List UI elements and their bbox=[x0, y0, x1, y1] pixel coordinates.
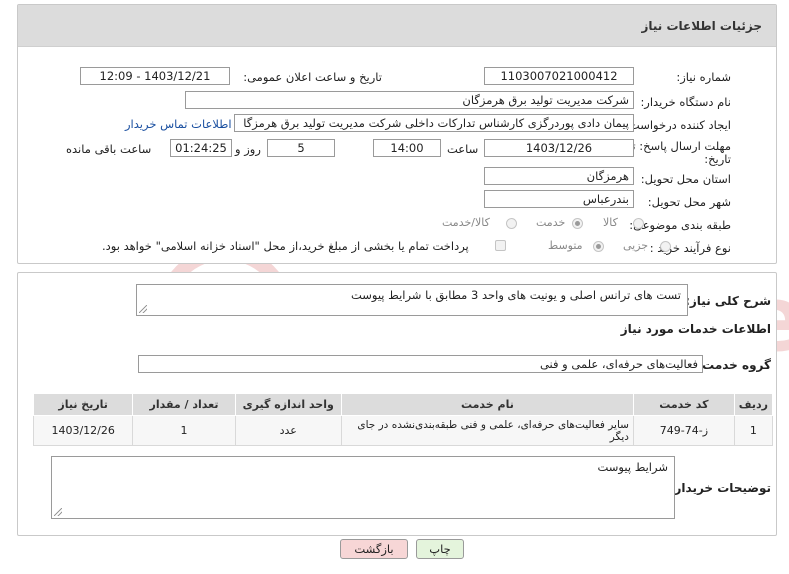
creator-label: ایجاد کننده درخواست: bbox=[625, 118, 731, 132]
category-radio-goods[interactable] bbox=[633, 218, 644, 229]
deadline-time-field: 14:00 bbox=[373, 139, 441, 157]
panel-title: جزئیات اطلاعات نیاز bbox=[641, 18, 762, 33]
need-number-field: 1103007021000412 bbox=[484, 67, 634, 85]
buyer-org-field: شرکت مدیریت تولید برق هرمزگان bbox=[185, 91, 634, 109]
category-radio-service[interactable] bbox=[572, 218, 583, 229]
resize-handle-icon[interactable] bbox=[54, 508, 62, 516]
panel-header: جزئیات اطلاعات نیاز bbox=[18, 5, 776, 47]
category-label: طبقه بندی موضوعی: bbox=[629, 218, 731, 232]
category-option-goods: کالا bbox=[603, 216, 618, 229]
category-radio-goods-service[interactable] bbox=[506, 218, 517, 229]
buyer-notes-textarea[interactable]: شرایط پیوست bbox=[51, 456, 675, 519]
summary-textarea[interactable]: تست های ترانس اصلی و یونیت های واحد 3 مط… bbox=[136, 284, 688, 316]
remaining-time-field: 01:24:25 bbox=[170, 139, 232, 157]
row-unit: عدد bbox=[234, 415, 342, 446]
announce-label: تاریخ و ساعت اعلان عمومی: bbox=[243, 70, 382, 84]
need-number-label: شماره نیاز: bbox=[676, 70, 731, 84]
process-radio-minor[interactable] bbox=[660, 241, 671, 252]
announce-field: 1403/12/21 - 12:09 bbox=[80, 67, 230, 85]
province-field: هرمزگان bbox=[484, 167, 634, 185]
col-unit: واحد اندازه گیری bbox=[234, 393, 342, 416]
days-field: 5 bbox=[267, 139, 335, 157]
col-date: تاریخ نیاز bbox=[32, 393, 134, 416]
row-code: ز-74-749 bbox=[632, 415, 735, 446]
col-code: کد خدمت bbox=[632, 393, 735, 416]
days-label: روز و bbox=[235, 142, 261, 156]
province-label: استان محل تحویل: bbox=[640, 172, 731, 186]
print-button[interactable]: چاپ bbox=[416, 539, 464, 559]
deadline-label-date: تاریخ: bbox=[704, 152, 731, 166]
buyer-notes-text: شرایط پیوست bbox=[597, 460, 669, 474]
buyer-contact-link[interactable]: اطلاعات تماس خریدار bbox=[125, 117, 232, 131]
resize-handle-icon[interactable] bbox=[139, 305, 147, 313]
deadline-time-label: ساعت bbox=[447, 142, 479, 156]
creator-field: پیمان دادی پوردرگزی کارشناس تدارکات داخل… bbox=[234, 114, 634, 132]
buyer-notes-label: توضیحات خریدار: bbox=[669, 481, 771, 495]
category-option-goods-service: کالا/خدمت bbox=[442, 216, 490, 229]
buyer-org-label: نام دستگاه خریدار: bbox=[640, 95, 731, 109]
back-button[interactable]: بازگشت bbox=[340, 539, 408, 559]
treasury-checkbox[interactable] bbox=[495, 240, 506, 251]
col-name: نام خدمت bbox=[340, 393, 634, 416]
summary-label: شرح کلی نیاز: bbox=[685, 294, 771, 308]
services-section-title: اطلاعات خدمات مورد نیاز bbox=[620, 322, 771, 336]
row-index: 1 bbox=[733, 415, 774, 446]
col-qty: تعداد / مقدار bbox=[132, 393, 236, 416]
remaining-label: ساعت باقی مانده bbox=[66, 142, 152, 156]
process-radio-medium[interactable] bbox=[593, 241, 604, 252]
process-option-medium: متوسط bbox=[548, 239, 583, 252]
row-qty: 1 bbox=[132, 415, 236, 446]
category-option-service: خدمت bbox=[536, 216, 566, 229]
deadline-label: مهلت ارسال پاسخ: تا bbox=[628, 139, 731, 153]
service-group-field: فعالیت‌های حرفه‌ای، علمی و فنی bbox=[138, 355, 703, 373]
process-option-minor: جزیی bbox=[623, 239, 649, 252]
services-table: ردیف کد خدمت نام خدمت واحد اندازه گیری ت… bbox=[32, 393, 774, 446]
service-group-label: گروه خدمت: bbox=[697, 358, 771, 372]
col-index: ردیف bbox=[733, 393, 774, 416]
deadline-date-field: 1403/12/26 bbox=[484, 139, 634, 157]
summary-text: تست های ترانس اصلی و یونیت های واحد 3 مط… bbox=[350, 288, 681, 302]
row-name: سایر فعالیت‌های حرفه‌ای، علمی و فنی طبقه… bbox=[340, 415, 634, 446]
city-field: بندرعباس bbox=[484, 190, 634, 208]
table-header-row: ردیف کد خدمت نام خدمت واحد اندازه گیری ت… bbox=[32, 393, 774, 416]
payment-note: پرداخت تمام یا بخشی از مبلغ خرید،از محل … bbox=[102, 239, 469, 253]
table-row: 1 ز-74-749 سایر فعالیت‌های حرفه‌ای، علمی… bbox=[32, 415, 774, 446]
row-date: 1403/12/26 bbox=[32, 415, 134, 446]
city-label: شهر محل تحویل: bbox=[647, 195, 731, 209]
